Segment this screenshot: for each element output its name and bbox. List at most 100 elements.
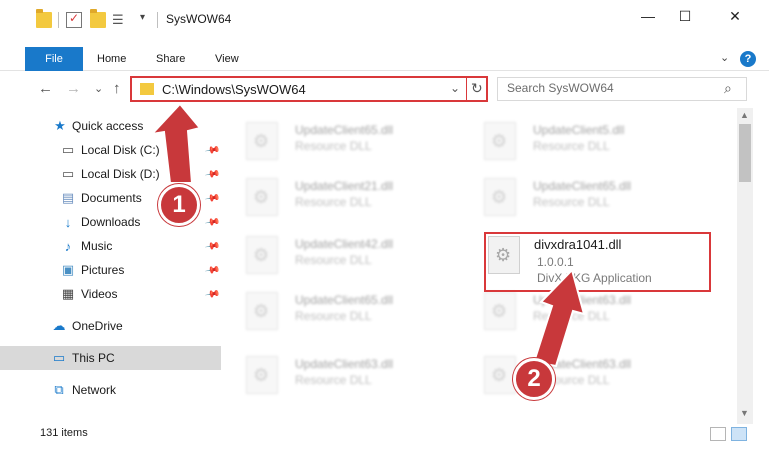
pin-icon[interactable]: 📌 [204,190,221,206]
large-icons-view-icon[interactable] [731,427,747,441]
network-icon: ⧉ [54,382,64,397]
list-item[interactable]: UpdateClient5.dll Resource DLL [460,114,690,164]
dll-file-icon [246,178,278,216]
folder-icon [140,83,154,95]
sidebar-item-label: Downloads [81,215,141,229]
search-icon[interactable]: ⌕ [724,80,732,97]
pin-icon[interactable]: 📌 [204,262,221,278]
scroll-thumb[interactable] [739,124,751,182]
pin-icon[interactable]: 📌 [204,238,221,254]
tab-file[interactable]: File [25,47,83,71]
list-item[interactable]: UpdateClient65.dll Resource DLL [222,114,452,164]
address-divider [466,78,467,100]
documents-icon: ▤ [61,190,75,205]
file-description: Resource DLL [295,373,372,387]
dll-file-icon [246,292,278,330]
sidebar-item-local-disk-c[interactable]: ▭ Local Disk (C:) 📌 [0,138,221,162]
folder-icon [36,9,52,28]
refresh-button[interactable]: ↻ [471,80,483,97]
file-name: UpdateClient63.dll [533,293,632,307]
list-item[interactable]: UpdateClient65.dll Resource DLL [222,284,452,334]
ribbon-tabs: File Home Share View ⌄ ? [0,47,769,71]
details-view-icon[interactable] [710,427,726,441]
address-path[interactable]: C:\Windows\SysWOW64 [162,82,306,97]
file-description: Resource DLL [533,139,610,153]
navigation-pane: ★ Quick access ▭ Local Disk (C:) 📌 ▭ Loc… [0,112,221,412]
list-item[interactable]: UpdateClient65.dll Resource DLL [460,170,690,220]
file-description: Resource DLL [533,195,610,209]
pin-icon[interactable]: 📌 [204,286,221,302]
pin-icon[interactable]: 📌 [204,166,221,182]
sidebar-item-label: Documents [81,191,142,205]
file-name: UpdateClient21.dll [295,179,394,193]
file-name: UpdateClient63.dll [295,357,394,371]
step-2-badge: 2 [513,358,555,400]
customize-toolbar-icon[interactable]: ☰ [112,12,128,28]
file-description: Resource DLL [295,309,372,323]
file-name: UpdateClient65.dll [533,179,632,193]
sidebar-item-label: OneDrive [72,319,123,333]
pictures-icon: ▣ [61,262,75,277]
title-divider [157,12,158,28]
sidebar-item-label: Network [72,383,117,397]
chevron-down-icon[interactable]: ⌄ [450,81,460,95]
title-bar: ✓ ☰ ▾ SysWOW64 — ☐ ✕ [0,0,769,40]
address-bar[interactable]: C:\Windows\SysWOW64 ⌄ ↻ [130,76,488,102]
sidebar-item-network[interactable]: ⧉ Network [0,378,221,402]
toolbar-divider [58,12,59,28]
properties-icon[interactable]: ✓ [66,11,82,28]
dll-file-icon [484,122,516,160]
step-1-badge: 1 [158,184,200,226]
file-description: Resource DLL [295,253,372,267]
help-icon[interactable]: ? [740,51,756,67]
tab-share[interactable]: Share [156,47,185,71]
sidebar-item-label: Quick access [72,119,144,133]
sidebar-item-pictures[interactable]: ▣ Pictures 📌 [0,258,221,282]
sidebar-item-label: Pictures [81,263,125,277]
maximize-button[interactable]: ☐ [662,0,708,32]
download-icon: ↓ [64,214,72,230]
list-item[interactable]: UpdateClient63.dll Resource DLL [222,348,452,398]
file-name: UpdateClient5.dll [533,123,625,137]
sidebar-item-videos[interactable]: ▦ Videos 📌 [0,282,221,306]
star-icon: ★ [54,118,66,133]
recent-locations-button[interactable]: ⌄ [94,82,103,95]
window-title: SysWOW64 [166,12,232,26]
vertical-scrollbar[interactable]: ▲ ▼ [737,108,753,424]
dll-file-icon [246,122,278,160]
toolbar-dropdown-icon[interactable]: ▾ [140,12,156,28]
back-button[interactable]: ← [38,80,53,97]
up-button[interactable]: ↑ [113,80,121,97]
scroll-down-icon[interactable]: ▼ [740,408,749,418]
sidebar-item-music[interactable]: ♪ Music 📌 [0,234,221,258]
new-folder-icon[interactable] [90,9,106,28]
search-input[interactable] [507,81,707,95]
search-box[interactable]: ⌕ [497,77,747,101]
close-button[interactable]: ✕ [712,0,758,32]
pin-icon[interactable]: 📌 [204,214,221,230]
computer-icon: ▭ [52,350,66,365]
sidebar-item-quick-access[interactable]: ★ Quick access [0,114,221,138]
sidebar-item-onedrive[interactable]: ☁ OneDrive [0,314,221,338]
file-name: UpdateClient42.dll [295,237,394,251]
cloud-icon: ☁ [52,318,66,333]
tab-view[interactable]: View [215,47,239,71]
sidebar-item-label: This PC [72,351,115,365]
forward-button[interactable]: → [66,80,81,97]
tab-home[interactable]: Home [97,47,126,71]
expand-ribbon-icon[interactable]: ⌄ [720,51,729,64]
sidebar-item-this-pc[interactable]: ▭ This PC [0,346,221,370]
dll-file-icon [484,356,516,394]
sidebar-item-local-disk-d[interactable]: ▭ Local Disk (D:) 📌 [0,162,221,186]
list-item[interactable]: UpdateClient63.dll Resource DLL [460,348,690,398]
sidebar-item-label: Local Disk (D:) [81,167,160,181]
list-item[interactable]: UpdateClient21.dll Resource DLL [222,170,452,220]
list-item[interactable]: UpdateClient42.dll Resource DLL [222,228,452,278]
scroll-up-icon[interactable]: ▲ [740,110,749,120]
dll-file-icon [246,356,278,394]
file-highlight-box [484,232,711,292]
pin-icon[interactable]: 📌 [204,142,221,158]
file-description: Resource DLL [295,139,372,153]
sidebar-item-label: Videos [81,287,118,301]
music-icon: ♪ [64,238,72,254]
